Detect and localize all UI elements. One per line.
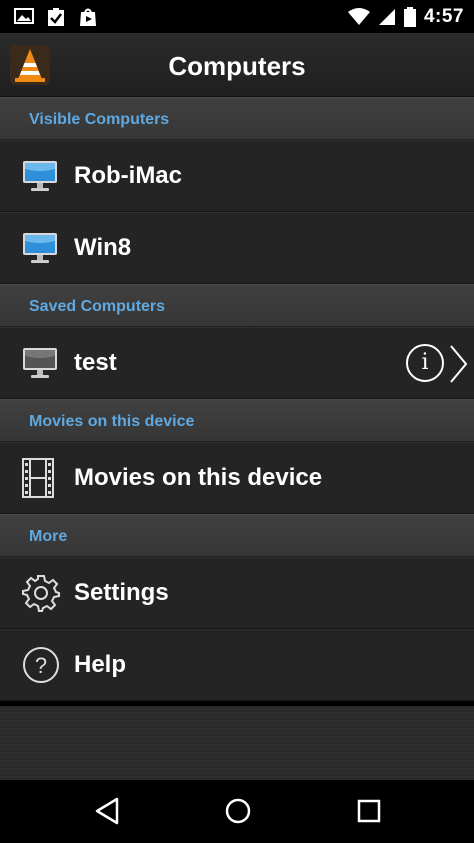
play-store-icon xyxy=(80,8,96,26)
list-item-movies-on-device[interactable]: Movies on this device xyxy=(0,442,474,514)
list-item-label: Win8 xyxy=(74,234,132,261)
list-item-test[interactable]: test i xyxy=(0,327,474,399)
svg-text:?: ? xyxy=(35,653,47,678)
navigation-bar xyxy=(0,780,474,843)
list-item-label: test xyxy=(74,349,117,376)
wifi-icon xyxy=(347,8,370,25)
list-item-help[interactable]: ? Help xyxy=(0,629,474,701)
page-title: Computers xyxy=(168,51,306,81)
info-icon[interactable]: i xyxy=(406,344,444,382)
home-icon[interactable] xyxy=(224,796,252,826)
list-item-win8[interactable]: Win8 xyxy=(0,212,474,284)
app-bar: Computers xyxy=(0,33,474,97)
back-icon[interactable] xyxy=(94,796,120,826)
recents-icon[interactable] xyxy=(356,796,382,826)
list-item-label: Rob-iMac xyxy=(74,162,182,189)
list-item-rob-imac[interactable]: Rob-iMac xyxy=(0,140,474,212)
chevron-right-icon[interactable] xyxy=(448,344,468,384)
section-header-movies: Movies on this device xyxy=(0,399,474,442)
image-icon xyxy=(14,8,34,24)
list-item-label: Movies on this device xyxy=(74,464,323,491)
monitor-gray-icon xyxy=(23,348,57,378)
section-header-saved-computers: Saved Computers xyxy=(0,284,474,327)
section-header-more: More xyxy=(0,514,474,557)
status-time: 4:57 xyxy=(423,6,464,27)
list-item-settings[interactable]: Settings xyxy=(0,557,474,629)
list-item-label: Help xyxy=(74,651,127,678)
help-icon: ? xyxy=(23,647,59,683)
monitor-icon xyxy=(23,161,57,191)
monitor-icon xyxy=(23,233,57,263)
signal-icon xyxy=(378,9,395,25)
film-strip-icon xyxy=(22,458,54,498)
status-bar: 4:57 xyxy=(0,0,474,33)
list-item-label: Settings xyxy=(74,579,169,606)
empty-list-area xyxy=(0,706,474,780)
computer-list: Visible Computers Rob-iMac Win8 Saved Co… xyxy=(0,97,474,701)
clipboard-check-icon xyxy=(48,8,64,26)
gear-icon xyxy=(22,575,60,612)
section-header-visible-computers: Visible Computers xyxy=(0,97,474,140)
battery-icon xyxy=(403,7,416,27)
